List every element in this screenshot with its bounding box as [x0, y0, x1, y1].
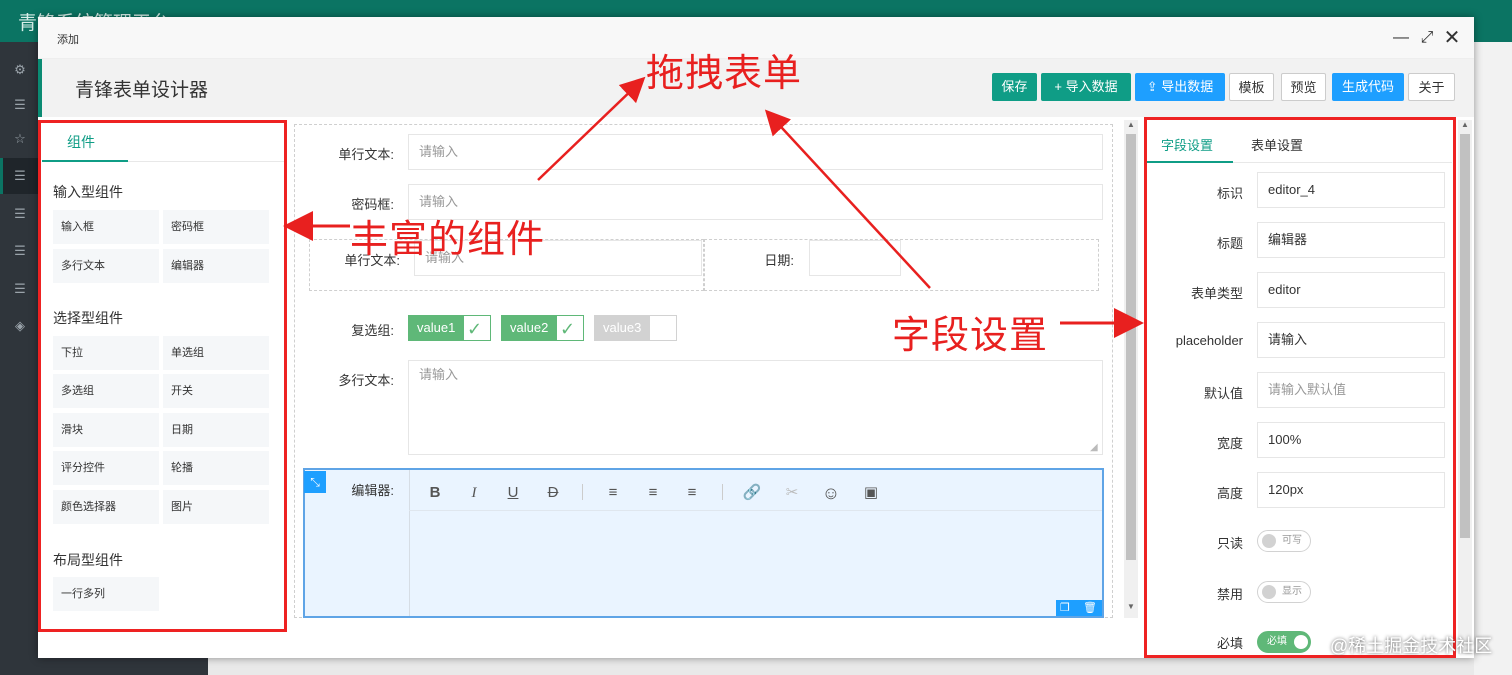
drag-arrow-right [764, 109, 931, 289]
watermark: @稀土掘金技术社区 [1330, 636, 1493, 656]
drag-form-annotation: 拖拽表单 [646, 53, 803, 95]
drag-arrow-left [537, 76, 646, 181]
rich-components-annotation: 丰富的组件 [350, 219, 546, 261]
field-settings-annotation: 字段设置 [892, 315, 1049, 357]
annotation-arrows [283, 76, 1144, 338]
